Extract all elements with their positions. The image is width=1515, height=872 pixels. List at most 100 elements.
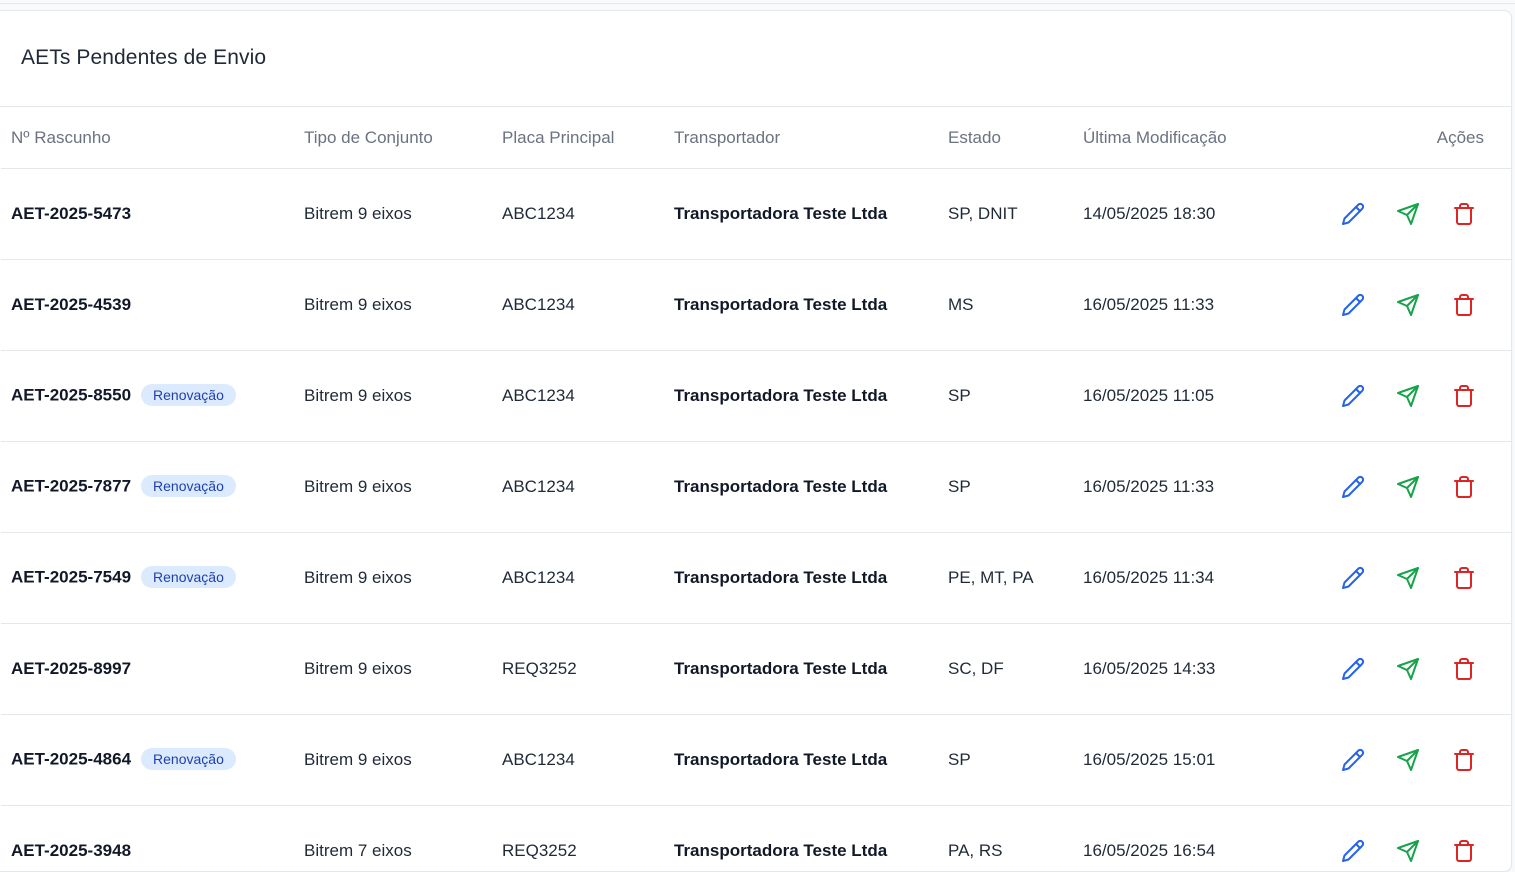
send-button[interactable] xyxy=(1396,384,1420,408)
edit-button[interactable] xyxy=(1341,748,1365,772)
cell-carrier: Transportadora Teste Ltda xyxy=(674,533,948,624)
pencil-icon xyxy=(1341,839,1365,863)
send-button[interactable] xyxy=(1396,202,1420,226)
draft-number: AET-2025-8550 xyxy=(11,385,131,404)
cell-modified: 16/05/2025 14:33 xyxy=(1083,624,1303,715)
pencil-icon xyxy=(1341,475,1365,499)
renewal-badge: Renovação xyxy=(141,384,236,406)
cell-draft: AET-2025-8997 xyxy=(1,624,304,715)
table-row: AET-2025-8997 Bitrem 9 eixos REQ3252 Tra… xyxy=(1,624,1511,715)
draft-number: AET-2025-4539 xyxy=(11,295,131,314)
cell-modified: 16/05/2025 11:05 xyxy=(1083,351,1303,442)
trash-icon xyxy=(1452,748,1476,772)
send-button[interactable] xyxy=(1396,748,1420,772)
cell-actions xyxy=(1303,715,1511,806)
cell-type: Bitrem 9 eixos xyxy=(304,715,502,806)
cell-actions xyxy=(1303,442,1511,533)
pencil-icon xyxy=(1341,657,1365,681)
cell-carrier: Transportadora Teste Ltda xyxy=(674,624,948,715)
col-header-state[interactable]: Estado xyxy=(948,107,1083,169)
trash-icon xyxy=(1452,384,1476,408)
cell-type: Bitrem 9 eixos xyxy=(304,624,502,715)
edit-button[interactable] xyxy=(1341,839,1365,863)
delete-button[interactable] xyxy=(1452,657,1476,681)
renewal-badge: Renovação xyxy=(141,748,236,770)
cell-draft: AET-2025-4864Renovação xyxy=(1,715,304,806)
col-header-type[interactable]: Tipo de Conjunto xyxy=(304,107,502,169)
edit-button[interactable] xyxy=(1341,566,1365,590)
send-icon xyxy=(1396,566,1420,590)
col-header-carrier[interactable]: Transportador xyxy=(674,107,948,169)
cell-state: SP xyxy=(948,442,1083,533)
pending-aets-card: AETs Pendentes de Envio Nº Rascunho Tipo… xyxy=(0,10,1512,872)
cell-draft: AET-2025-8550 Renovação xyxy=(1,351,304,442)
send-button[interactable] xyxy=(1396,839,1420,863)
draft-number: AET-2025-7549 xyxy=(11,567,131,586)
table-row: AET-2025-4539 Bitrem 9 eixos ABC1234 Tra… xyxy=(1,260,1511,351)
col-header-plate[interactable]: Placa Principal xyxy=(502,107,674,169)
table-row: AET-2025-4864Renovação Bitrem 9 eixos AB… xyxy=(1,715,1511,806)
cell-state: PA, RS xyxy=(948,806,1083,872)
cell-draft: AET-2025-7877Renovação xyxy=(1,442,304,533)
delete-button[interactable] xyxy=(1452,293,1476,317)
cell-plate: ABC1234 xyxy=(502,260,674,351)
col-header-draft[interactable]: Nº Rascunho xyxy=(1,107,304,169)
cell-modified: 16/05/2025 11:34 xyxy=(1083,533,1303,624)
cell-actions xyxy=(1303,624,1511,715)
table-row: AET-2025-3948 Bitrem 7 eixos REQ3252 Tra… xyxy=(1,806,1511,872)
draft-number: AET-2025-3948 xyxy=(11,841,131,860)
delete-button[interactable] xyxy=(1452,566,1476,590)
send-icon xyxy=(1396,748,1420,772)
pencil-icon xyxy=(1341,202,1365,226)
send-icon xyxy=(1396,475,1420,499)
top-divider xyxy=(0,3,1515,4)
cell-actions xyxy=(1303,169,1511,260)
send-button[interactable] xyxy=(1396,566,1420,590)
edit-button[interactable] xyxy=(1341,202,1365,226)
send-button[interactable] xyxy=(1396,657,1420,681)
edit-button[interactable] xyxy=(1341,293,1365,317)
edit-button[interactable] xyxy=(1341,475,1365,499)
send-button[interactable] xyxy=(1396,293,1420,317)
cell-draft: AET-2025-7549Renovação xyxy=(1,533,304,624)
cell-type: Bitrem 9 eixos xyxy=(304,533,502,624)
draft-number: AET-2025-5473 xyxy=(11,204,131,223)
edit-button[interactable] xyxy=(1341,384,1365,408)
cell-state: SP, DNIT xyxy=(948,169,1083,260)
delete-button[interactable] xyxy=(1452,475,1476,499)
draft-number: AET-2025-8997 xyxy=(11,659,131,678)
trash-icon xyxy=(1452,202,1476,226)
cell-plate: REQ3252 xyxy=(502,806,674,872)
renewal-badge: Renovação xyxy=(141,475,236,497)
cell-plate: ABC1234 xyxy=(502,715,674,806)
delete-button[interactable] xyxy=(1452,748,1476,772)
trash-icon xyxy=(1452,293,1476,317)
table-row: AET-2025-8550Renovação Bitrem 9 eixos AB… xyxy=(1,351,1511,442)
cell-modified: 16/05/2025 11:33 xyxy=(1083,260,1303,351)
cell-type: Bitrem 9 eixos xyxy=(304,260,502,351)
pencil-icon xyxy=(1341,293,1365,317)
cell-carrier: Transportadora Teste Ltda xyxy=(674,442,948,533)
trash-icon xyxy=(1452,839,1476,863)
cell-plate: ABC1234 xyxy=(502,351,674,442)
send-icon xyxy=(1396,657,1420,681)
cell-state: PE, MT, PA xyxy=(948,533,1083,624)
cell-plate: ABC1234 xyxy=(502,533,674,624)
send-icon xyxy=(1396,384,1420,408)
table-row: AET-2025-7549Renovação Bitrem 9 eixos AB… xyxy=(1,533,1511,624)
delete-button[interactable] xyxy=(1452,202,1476,226)
cell-modified: 16/05/2025 11:33 xyxy=(1083,442,1303,533)
cell-plate: REQ3252 xyxy=(502,624,674,715)
cell-carrier: Transportadora Teste Ltda xyxy=(674,715,948,806)
cell-type: Bitrem 9 eixos xyxy=(304,169,502,260)
send-button[interactable] xyxy=(1396,475,1420,499)
send-icon xyxy=(1396,293,1420,317)
cell-state: MS xyxy=(948,260,1083,351)
table-row: AET-2025-7877Renovação Bitrem 9 eixos AB… xyxy=(1,442,1511,533)
cell-actions xyxy=(1303,533,1511,624)
edit-button[interactable] xyxy=(1341,657,1365,681)
delete-button[interactable] xyxy=(1452,384,1476,408)
cell-state: SP xyxy=(948,351,1083,442)
delete-button[interactable] xyxy=(1452,839,1476,863)
col-header-modified[interactable]: Última Modificação xyxy=(1083,107,1303,169)
